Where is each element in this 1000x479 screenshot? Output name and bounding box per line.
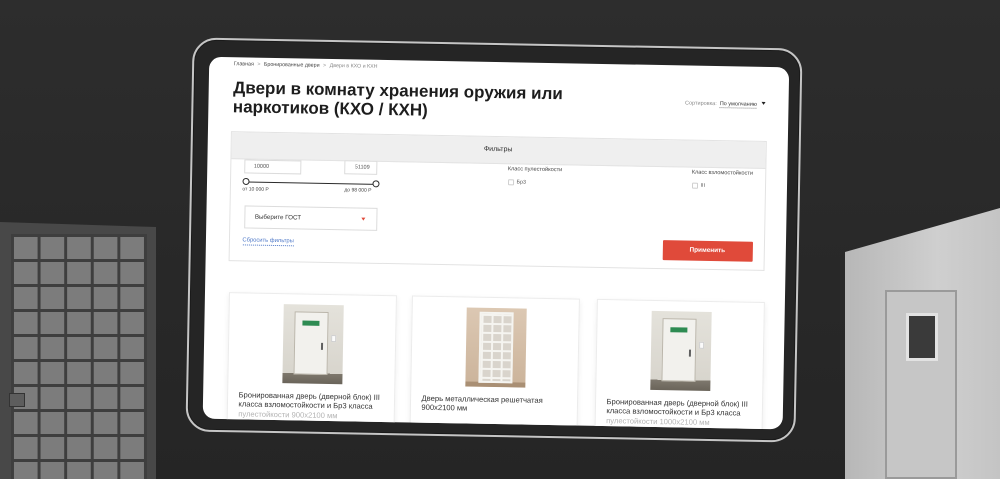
background-metal-cabinet: [845, 208, 1000, 479]
product-card[interactable]: Бронированная дверь (дверной блок) III к…: [225, 291, 397, 429]
sort-control[interactable]: Сортировка: По умолчанию: [684, 99, 766, 108]
chevron-right-icon: >: [323, 61, 327, 68]
product-title-link[interactable]: Дверь металлическая решетчатая 900х2100 …: [421, 393, 573, 415]
tablet-screen: Главная > Бронированные двери > Двери в КХО …: [202, 55, 789, 429]
product-title-link[interactable]: Бронированная дверь (дверной блок) III к…: [606, 396, 759, 428]
cabinet-door-window: [906, 313, 938, 361]
sort-label: Сортировка:: [684, 99, 717, 107]
filters-panel: Фильтры от 10 000 Р до 98 000 Р Выберите…: [228, 130, 767, 270]
mockup-scene: Главная > Бронированные двери > Двери в КХО …: [0, 0, 1000, 479]
door-latch: [9, 393, 25, 407]
reset-filters-link[interactable]: Сбросить фильтры: [242, 236, 294, 246]
tablet-frame: Главная > Бронированные двери > Двери в КХО …: [185, 36, 803, 443]
photo-wall-notice: [330, 334, 336, 342]
bullet-resistance-title: Класс пулестойкости: [507, 165, 563, 173]
filters-header[interactable]: Фильтры: [230, 131, 766, 168]
photo-door-handle: [320, 341, 323, 349]
cabinet-door: [885, 290, 957, 479]
slider-max-handle[interactable]: [371, 179, 380, 187]
product-photo[interactable]: [649, 309, 712, 390]
photo-door-sign: [669, 326, 687, 332]
photo-wall-notice: [698, 340, 704, 348]
breadcrumb-current: Двери в КХО и КХН: [329, 61, 378, 69]
apply-filters-button[interactable]: Применить: [662, 239, 753, 262]
page-title: Двери в комнату хранения оружия или нарк…: [232, 77, 564, 120]
chevron-right-icon: >: [257, 60, 261, 67]
slider-min-handle[interactable]: [241, 177, 250, 185]
checkbox-class-iii[interactable]: [691, 182, 698, 189]
price-min-input[interactable]: [243, 158, 301, 174]
photo-lattice-door: [477, 310, 514, 383]
breadcrumb-home-link[interactable]: Главная: [234, 60, 254, 66]
burglary-resistance-title: Класс взломостойкости: [691, 169, 754, 177]
photo-door-handle: [688, 348, 691, 356]
price-range-slider[interactable]: [241, 177, 380, 187]
product-card[interactable]: Дверь металлическая решетчатая 900х2100 …: [408, 294, 580, 429]
checkbox-br3[interactable]: [507, 178, 514, 185]
product-photo[interactable]: [464, 306, 527, 387]
price-max-input[interactable]: [343, 159, 377, 174]
product-card[interactable]: Бронированная дверь (дверной блок) III к…: [593, 297, 765, 429]
sort-value[interactable]: По умолчанию: [719, 100, 758, 108]
product-title-link[interactable]: Бронированная дверь (дверной блок) III к…: [238, 389, 391, 421]
gost-select[interactable]: Выберите ГОСТ: [243, 204, 378, 230]
breadcrumb-armored-doors-link[interactable]: Бронированные двери: [264, 61, 320, 68]
checkbox-br3-label[interactable]: Бр3: [517, 179, 526, 185]
slider-track[interactable]: [245, 180, 376, 184]
caret-down-icon: [360, 216, 365, 220]
breadcrumb: Главная > Бронированные двери > Двери в КХО …: [234, 60, 378, 70]
price-max-label: до 98 000 Р: [344, 186, 372, 194]
door-lattice-grid: [11, 234, 147, 479]
price-min-label: от 10 000 Р: [242, 185, 269, 192]
photo-door-sign: [301, 319, 319, 325]
product-photo[interactable]: [281, 303, 344, 384]
gost-select-value: Выберите ГОСТ: [254, 212, 302, 221]
checkbox-class-iii-label[interactable]: III: [700, 182, 705, 188]
background-lattice-door: [0, 222, 156, 479]
caret-down-icon[interactable]: [761, 101, 766, 105]
